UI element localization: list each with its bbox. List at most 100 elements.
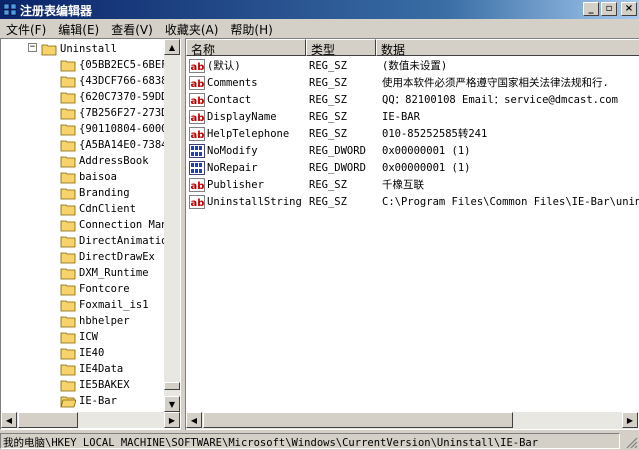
scroll-left-icon[interactable]: ◀ — [1, 412, 17, 428]
list-scroll-left-icon[interactable]: ◀ — [186, 412, 202, 428]
folder-icon — [60, 140, 76, 151]
value-row[interactable]: ab HelpTelephone REG_SZ 010-85252585转241 — [186, 125, 487, 142]
value-data: 使用本软件必须严格遵守国家相关法律法规和行. — [382, 77, 609, 89]
tree-item[interactable]: hbhelper — [1, 313, 130, 329]
tree-item[interactable]: IE5BAKEX — [1, 377, 130, 393]
tree-item[interactable]: Connection Man — [1, 217, 164, 233]
list-scroll-right-icon[interactable]: ▶ — [622, 412, 638, 428]
menu-edit[interactable]: 编辑(E) — [52, 19, 105, 37]
tree-item-label: {620C7370-59DD — [79, 91, 164, 103]
value-type: REG_SZ — [309, 59, 347, 72]
dword-value-icon — [189, 143, 205, 158]
value-data: 0x00000001 (1) — [382, 144, 471, 157]
dword-value-icon — [189, 160, 205, 175]
value-type: REG_DWORD — [309, 161, 366, 174]
value-data: QQ：82100108 Email：service@dmcast.com — [382, 94, 618, 106]
value-type: REG_SZ — [309, 110, 347, 123]
tree-item[interactable]: DirectDrawEx — [1, 249, 155, 265]
tree-item[interactable]: DirectAnimatio — [1, 233, 164, 249]
tree-item[interactable]: Fontcore — [1, 281, 130, 297]
value-row[interactable]: NoModify REG_DWORD 0x00000001 (1) — [186, 142, 471, 159]
close-button[interactable]: × — [621, 2, 637, 16]
list-horizontal-scrollbar[interactable]: ◀ ▶ — [186, 412, 638, 429]
string-value-icon: ab — [189, 75, 205, 90]
resize-grip-icon[interactable] — [624, 435, 638, 449]
menu-file[interactable]: 文件(F) — [0, 19, 52, 37]
tree-item-label: ICW — [79, 331, 98, 343]
tree-item[interactable]: {90110804-6000 — [1, 121, 164, 137]
tree-item[interactable]: {43DCF766-6838 — [1, 73, 164, 89]
folder-icon — [60, 108, 76, 119]
scroll-thumb[interactable] — [164, 382, 180, 390]
scroll-right-icon[interactable]: ▶ — [164, 412, 180, 428]
values-list: 名称 类型 数据 ab (默认) REG_SZ (数值未设置) ab Comments RE… — [185, 38, 639, 430]
menu-view[interactable]: 查看(V) — [105, 19, 159, 37]
tree-item-label: DirectAnimatio — [79, 235, 164, 247]
value-row[interactable]: ab Comments REG_SZ 使用本软件必须严格遵守国家相关法律法规和行. — [186, 74, 609, 91]
tree-item[interactable]: {620C7370-59DD — [1, 89, 164, 105]
tree-item-label: {90110804-6000 — [79, 123, 164, 135]
value-type: REG_SZ — [309, 178, 347, 191]
column-header-type[interactable]: 类型 — [306, 39, 376, 57]
value-row[interactable]: ab DisplayName REG_SZ IE-BAR — [186, 108, 420, 125]
tree-item[interactable]: AddressBook — [1, 153, 149, 169]
column-header-name[interactable]: 名称 — [186, 39, 306, 57]
tree-item-label: {7B256F27-273D — [79, 107, 164, 119]
value-row[interactable]: ab Publisher REG_SZ 千橡互联 — [186, 176, 424, 193]
value-name: NoRepair — [207, 161, 258, 174]
tree-item[interactable]: IE4Data — [1, 361, 123, 377]
tree-item[interactable]: {A5BA14E0-7384 — [1, 137, 164, 153]
svg-text:ab: ab — [191, 198, 205, 209]
value-type: REG_SZ — [309, 93, 347, 106]
value-row[interactable]: ab (默认) REG_SZ (数值未设置) — [186, 57, 447, 74]
tree-hscroll-thumb[interactable] — [18, 412, 78, 428]
menu-favorites[interactable]: 收藏夹(A) — [159, 19, 225, 37]
scroll-up-icon[interactable]: ▲ — [164, 39, 180, 55]
value-row[interactable]: NoRepair REG_DWORD 0x00000001 (1) — [186, 159, 471, 176]
tree-vertical-scrollbar[interactable]: ▲ ▼ — [164, 39, 180, 412]
tree-item[interactable]: ICW — [1, 329, 98, 345]
value-data: C:\Program Files\Common Files\IE-Bar\uni… — [382, 195, 639, 208]
tree-item[interactable]: Branding — [1, 185, 130, 201]
value-data: 0x00000001 (1) — [382, 161, 471, 174]
folder-icon — [60, 300, 76, 311]
folder-icon — [60, 220, 76, 231]
svg-text:ab: ab — [191, 79, 205, 90]
tree-parent-row[interactable]: − Uninstall — [1, 41, 117, 57]
scroll-down-icon[interactable]: ▼ — [164, 396, 180, 412]
window-title: 注册表编辑器 — [20, 4, 93, 18]
svg-text:ab: ab — [191, 62, 205, 73]
status-bar: 我的电脑\HKEY_LOCAL_MACHINE\SOFTWARE\Microso… — [0, 432, 639, 450]
column-header-data[interactable]: 数据 — [376, 39, 639, 57]
menu-help[interactable]: 帮助(H) — [224, 19, 278, 37]
value-row[interactable]: ab Contact REG_SZ QQ：82100108 Email：service… — [186, 91, 618, 108]
string-value-icon: ab — [189, 58, 205, 73]
tree-item[interactable]: CdnClient — [1, 201, 136, 217]
value-row[interactable]: ab UninstallString REG_SZ C:\Program Files\… — [186, 193, 639, 210]
tree-item[interactable]: {7B256F27-273D — [1, 105, 164, 121]
maximize-button[interactable]: ▫ — [601, 2, 617, 16]
tree-item[interactable]: Foxmail_is1 — [1, 297, 149, 313]
tree-item[interactable]: {05BB2EC5-6BEF — [1, 57, 164, 73]
collapse-icon[interactable]: − — [28, 43, 37, 52]
tree-item-label: IE5BAKEX — [79, 379, 130, 391]
value-data: IE-BAR — [382, 110, 420, 123]
tree-item-label: IE-Bar — [79, 395, 117, 407]
tree-item[interactable]: IE-Bar — [1, 393, 117, 409]
minimize-icon: _ — [588, 3, 594, 14]
title-bar[interactable]: 注册表编辑器 _ ▫ × — [0, 0, 639, 19]
tree-item-label: Foxmail_is1 — [79, 299, 149, 311]
menu-bar: 文件(F) 编辑(E) 查看(V) 收藏夹(A) 帮助(H) — [0, 19, 639, 37]
tree-item[interactable]: DXM_Runtime — [1, 265, 149, 281]
list-hscroll-thumb[interactable] — [203, 412, 513, 428]
tree-item[interactable]: baisoa — [1, 169, 117, 185]
tree-item[interactable]: IE40 — [1, 345, 104, 361]
tree-item-label: IE40 — [79, 347, 105, 359]
tree-horizontal-scrollbar[interactable]: ◀ ▶ — [1, 412, 180, 428]
tree-item-label: Connection Man — [79, 219, 164, 231]
string-value-icon: ab — [189, 109, 205, 124]
folder-icon — [60, 316, 76, 327]
registry-tree: − Uninstall {05BB2EC5-6BEF {43DCF766-6838… — [0, 38, 181, 430]
minimize-button[interactable]: _ — [583, 2, 599, 16]
svg-text:ab: ab — [191, 181, 205, 192]
